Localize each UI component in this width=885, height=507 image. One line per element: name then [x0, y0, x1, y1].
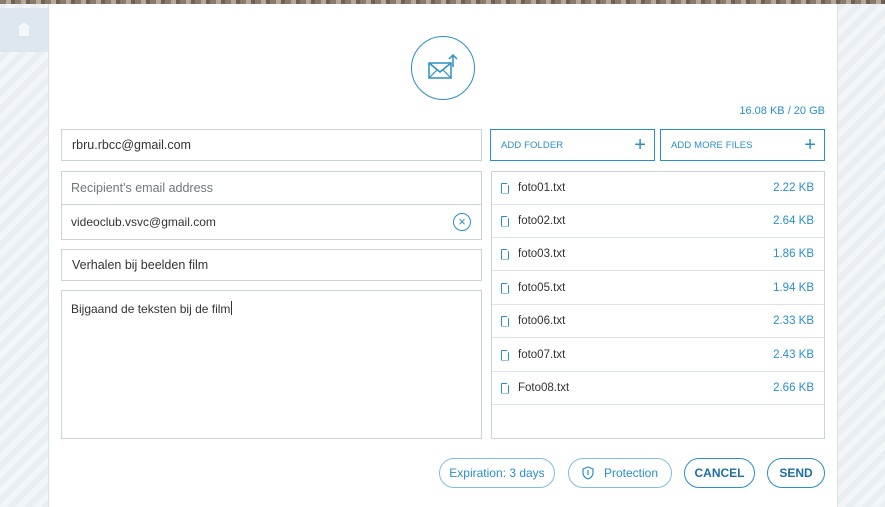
plus-icon: +	[804, 134, 816, 156]
plus-icon: +	[634, 134, 646, 156]
file-row[interactable]: foto06.txt 2.33 KB	[492, 305, 824, 338]
right-sidebar	[837, 4, 885, 507]
expiration-button[interactable]: Expiration: 3 days	[439, 458, 555, 488]
transfer-panel: 16.08 KB / 20 GB rbru.rbcc@gmail.com Rec…	[49, 4, 837, 507]
recipients-box: Recipient's email address videoclub.vsvc…	[61, 171, 482, 240]
sender-email-field[interactable]: rbru.rbcc@gmail.com	[61, 129, 482, 161]
cancel-button[interactable]: CANCEL	[684, 458, 755, 488]
file-name: foto06.txt	[518, 315, 566, 327]
file-icon	[501, 282, 509, 294]
cancel-label: CANCEL	[694, 466, 745, 480]
recipient-chip: videoclub.vsvc@gmail.com	[71, 215, 216, 229]
message-textarea[interactable]: Bijgaand de teksten bij de film	[61, 290, 482, 439]
add-files-label: ADD MORE FILES	[671, 139, 753, 151]
file-name: foto01.txt	[518, 182, 566, 194]
text-caret	[231, 301, 233, 315]
file-icon	[501, 182, 509, 194]
file-row[interactable]: foto05.txt 1.94 KB	[492, 272, 824, 305]
mail-upload-icon	[411, 36, 475, 100]
file-name: foto07.txt	[518, 349, 566, 361]
file-size: 2.64 KB	[773, 215, 814, 227]
subject-field[interactable]: Verhalen bij beelden film	[61, 249, 482, 281]
file-icon	[501, 349, 509, 361]
send-label: SEND	[779, 466, 813, 480]
remove-recipient-icon[interactable]: ×	[453, 213, 471, 231]
file-row[interactable]: foto07.txt 2.43 KB	[492, 339, 824, 372]
file-name: foto02.txt	[518, 215, 566, 227]
shield-icon	[582, 466, 594, 480]
file-row[interactable]: foto03.txt 1.86 KB	[492, 238, 824, 271]
storage-quota: 16.08 KB / 20 GB	[739, 105, 825, 117]
file-size: 1.86 KB	[773, 248, 814, 260]
file-list: foto01.txt 2.22 KB foto02.txt 2.64 KB fo…	[491, 171, 825, 439]
add-folder-button[interactable]: ADD FOLDER +	[490, 129, 655, 161]
file-size: 1.94 KB	[773, 282, 814, 294]
protection-button[interactable]: Protection	[568, 458, 672, 488]
file-size: 2.22 KB	[773, 182, 814, 194]
expiration-label: Expiration: 3 days	[449, 466, 545, 480]
file-icon	[501, 315, 509, 327]
file-icon	[501, 215, 509, 227]
home-icon	[17, 22, 31, 36]
file-size: 2.43 KB	[773, 349, 814, 361]
recipient-email-input[interactable]: Recipient's email address	[62, 172, 481, 205]
message-text: Bijgaand de teksten bij de film	[71, 302, 231, 316]
file-size: 2.66 KB	[773, 382, 814, 394]
file-name: foto05.txt	[518, 282, 566, 294]
file-row[interactable]: Foto08.txt 2.66 KB	[492, 372, 824, 405]
file-row[interactable]: foto02.txt 2.64 KB	[492, 205, 824, 238]
file-name: Foto08.txt	[518, 382, 570, 394]
file-icon	[501, 248, 509, 260]
file-row[interactable]: foto01.txt 2.22 KB	[492, 172, 824, 205]
send-button[interactable]: SEND	[767, 458, 825, 488]
home-button[interactable]	[0, 8, 48, 52]
envelope-arrow-icon	[428, 53, 458, 79]
file-icon	[501, 382, 509, 394]
file-size: 2.33 KB	[773, 315, 814, 327]
file-name: foto03.txt	[518, 248, 566, 260]
add-folder-label: ADD FOLDER	[501, 139, 564, 151]
protection-label: Protection	[603, 466, 659, 480]
add-more-files-button[interactable]: ADD MORE FILES +	[660, 129, 825, 161]
left-sidebar	[0, 4, 49, 507]
